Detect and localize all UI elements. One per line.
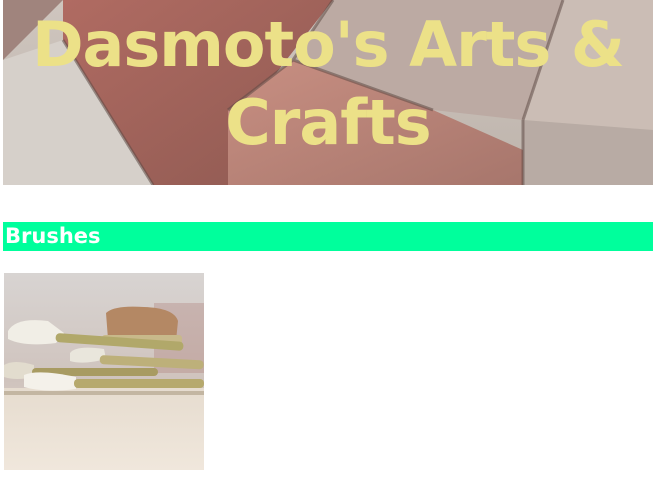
brushes-heading: Brushes — [5, 224, 101, 248]
site-header: Dasmoto's Arts & Crafts — [3, 0, 653, 185]
paint-brushes-photo — [4, 273, 204, 470]
site-title: Dasmoto's Arts & Crafts — [32, 8, 625, 159]
brushes-image — [4, 273, 204, 470]
brushes-section-bar: Brushes — [3, 222, 653, 251]
